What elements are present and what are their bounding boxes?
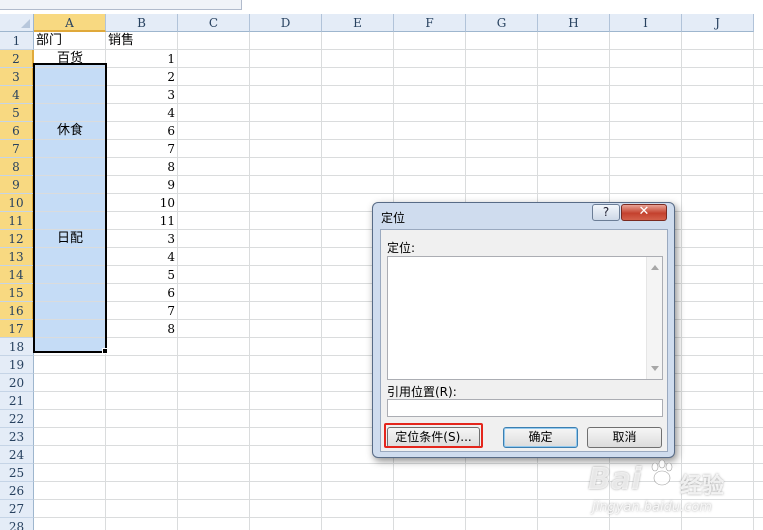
cell-a2[interactable]: 百货 [34,50,106,68]
selection-border [33,63,107,353]
help-button[interactable]: ? [592,204,620,221]
row-header-1[interactable]: 1 [0,32,34,50]
grid-line [249,32,250,530]
row-header-8[interactable]: 8 [0,158,34,176]
cell-b1[interactable]: 销售 [106,32,178,50]
row-header-16[interactable]: 16 [0,302,34,320]
column-header-c[interactable]: C [178,14,250,32]
row-header-7[interactable]: 7 [0,140,34,158]
cell-b6[interactable]: 6 [106,122,178,140]
paw-icon [651,459,673,486]
formula-bar-strip [0,0,763,12]
row-header-10[interactable]: 10 [0,194,34,212]
column-header-b[interactable]: B [106,14,178,32]
column-header-a[interactable]: A [34,14,106,32]
select-all-corner[interactable] [0,14,34,32]
cell-b15[interactable]: 6 [106,284,178,302]
column-header-f[interactable]: F [394,14,466,32]
row-header-11[interactable]: 11 [0,212,34,230]
dialog-body: 定位: 引用位置(R): 定位条件(S)... 确定 取消 [380,229,668,452]
fill-handle[interactable] [102,348,108,354]
cell-b14[interactable]: 5 [106,266,178,284]
cell-b3[interactable]: 2 [106,68,178,86]
row-header-18[interactable]: 18 [0,338,34,356]
cell-b8[interactable]: 8 [106,158,178,176]
cell-b2[interactable]: 1 [106,50,178,68]
grid-line [321,32,322,530]
row-header-27[interactable]: 27 [0,500,34,518]
row-header-4[interactable]: 4 [0,86,34,104]
watermark-suffix: 经验 [680,474,725,499]
scroll-down-icon[interactable] [651,366,659,371]
dialog-title: 定位 [381,211,406,225]
column-header-i[interactable]: I [610,14,682,32]
cell-b4[interactable]: 3 [106,86,178,104]
row-header-17[interactable]: 17 [0,320,34,338]
row-header-13[interactable]: 13 [0,248,34,266]
scroll-up-icon[interactable] [651,265,659,270]
cell-a12[interactable]: 日配 [34,230,106,248]
reference-label: 引用位置(R): [387,385,457,399]
row-header-21[interactable]: 21 [0,392,34,410]
row-header-15[interactable]: 15 [0,284,34,302]
grid-line [681,32,682,530]
highlight-box [384,423,483,448]
row-header-25[interactable]: 25 [0,464,34,482]
goto-list[interactable] [387,256,663,380]
baidu-watermark: Bai 经验 jingyan.baidu.com [588,458,758,528]
column-header-j[interactable]: J [682,14,754,32]
column-header-e[interactable]: E [322,14,394,32]
grid-line [753,32,754,530]
list-scrollbar[interactable] [646,257,662,379]
row-header-19[interactable]: 19 [0,356,34,374]
goto-label: 定位: [387,241,416,255]
row-header-24[interactable]: 24 [0,446,34,464]
watermark-url: jingyan.baidu.com [592,500,712,515]
row-header-23[interactable]: 23 [0,428,34,446]
cell-b12[interactable]: 3 [106,230,178,248]
row-header-12[interactable]: 12 [0,230,34,248]
name-box-edge[interactable] [0,0,242,10]
row-header-28[interactable]: 28 [0,518,34,530]
cell-b9[interactable]: 9 [106,176,178,194]
cell-b17[interactable]: 8 [106,320,178,338]
ok-button[interactable]: 确定 [503,427,578,448]
cell-b5[interactable]: 4 [106,104,178,122]
cell-b11[interactable]: 11 [106,212,178,230]
cell-a1[interactable]: 部门 [34,32,106,50]
cell-b10[interactable]: 10 [106,194,178,212]
cell-b16[interactable]: 7 [106,302,178,320]
close-icon[interactable]: ✕ [621,204,667,221]
row-header-26[interactable]: 26 [0,482,34,500]
cell-b7[interactable]: 7 [106,140,178,158]
row-header-22[interactable]: 22 [0,410,34,428]
row-header-3[interactable]: 3 [0,68,34,86]
reference-input[interactable] [387,399,663,417]
cancel-button[interactable]: 取消 [587,427,662,448]
row-header-5[interactable]: 5 [0,104,34,122]
column-header-h[interactable]: H [538,14,610,32]
row-header-20[interactable]: 20 [0,374,34,392]
row-header-14[interactable]: 14 [0,266,34,284]
column-header-d[interactable]: D [250,14,322,32]
watermark-brand: Bai [588,462,642,497]
cell-a6[interactable]: 休食 [34,122,106,140]
goto-dialog: 定位 ? ✕ 定位: 引用位置(R): 定位条件(S)... 确定 取消 [372,202,675,458]
row-header-2[interactable]: 2 [0,50,34,68]
row-header-6[interactable]: 6 [0,122,34,140]
column-header-g[interactable]: G [466,14,538,32]
cell-b13[interactable]: 4 [106,248,178,266]
row-header-9[interactable]: 9 [0,176,34,194]
